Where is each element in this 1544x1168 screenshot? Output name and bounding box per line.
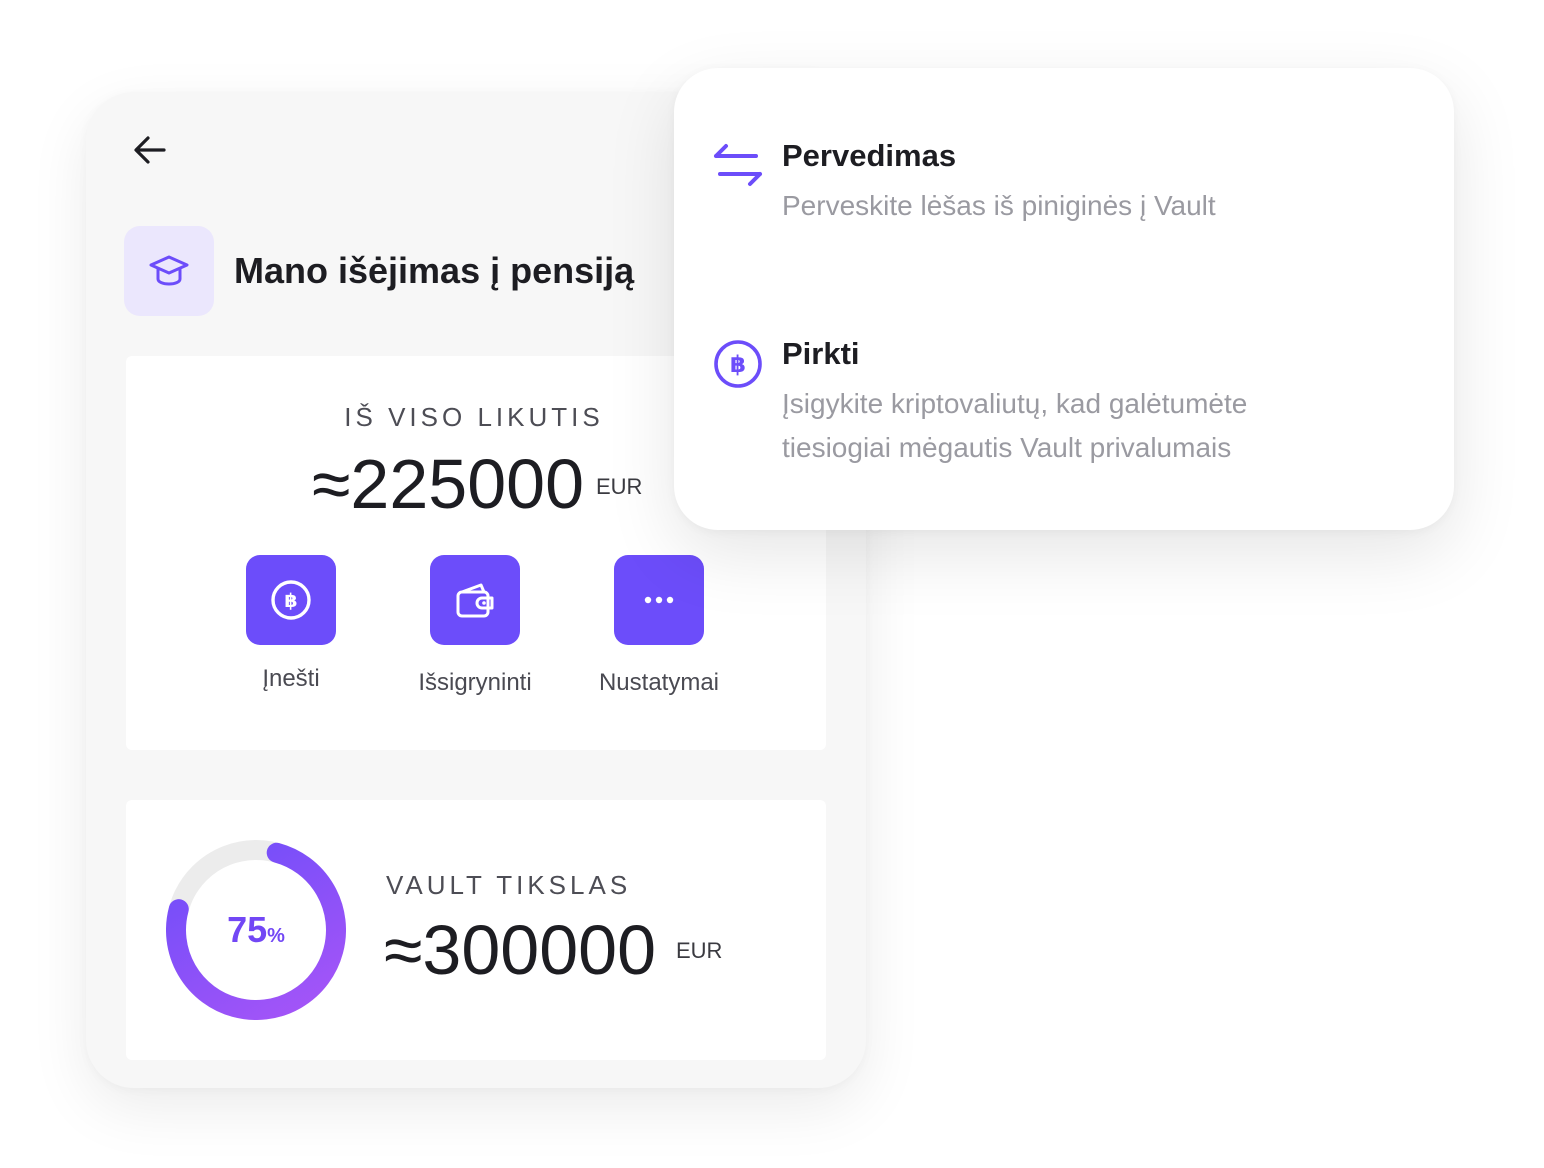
menu-item-buy[interactable]: ฿ Pirkti Įsigykite kriptovaliutų, kad ga… [712, 336, 1392, 488]
wallet-icon [456, 583, 494, 618]
graduation-cap-icon [149, 255, 189, 286]
arrow-left-icon [134, 136, 166, 164]
vault-goal-amount: ≈300000 [384, 911, 657, 989]
balance-amount: ≈225000 [312, 445, 585, 523]
balance-currency: EUR [596, 474, 643, 499]
withdraw-button[interactable] [430, 555, 520, 645]
action-menu-popup: Pervedimas Perveskite lėšas iš piniginės… [674, 68, 1454, 530]
action-withdraw[interactable]: Išsigryninti [385, 555, 565, 697]
bitcoin-icon: ฿ [271, 580, 311, 620]
menu-item-transfer-title: Pervedimas [782, 138, 957, 173]
transfer-arrows-icon [714, 144, 762, 186]
progress-suffix: % [267, 924, 285, 947]
menu-item-transfer-desc: Perveskite lėšas iš piniginės į Vault [782, 190, 1216, 221]
action-deposit[interactable]: ฿ Įnešti [201, 555, 381, 693]
settings-button[interactable] [614, 555, 704, 645]
vault-goal-currency: EUR [676, 938, 723, 963]
menu-item-buy-desc-line1: Įsigykite kriptovaliutų, kad galėtumėte [782, 388, 1248, 419]
svg-text:฿: ฿ [284, 590, 297, 612]
menu-item-buy-desc-line2: tiesiogiai mėgautis Vault privalumais [782, 432, 1232, 463]
svg-text:฿: ฿ [730, 352, 746, 378]
deposit-button[interactable]: ฿ [246, 555, 336, 645]
action-settings[interactable]: Nustatymai [569, 555, 749, 697]
goal-icon-box [124, 226, 214, 316]
withdraw-label: Išsigryninti [418, 669, 532, 696]
more-icon [644, 596, 674, 604]
menu-item-buy-title: Pirkti [782, 336, 860, 371]
progress-number: 75 [227, 909, 268, 950]
goal-title: Mano išėjimas į pensiją [234, 250, 635, 291]
back-button[interactable] [132, 132, 168, 168]
vault-goal-label: VAULT TIKSLAS [386, 870, 632, 900]
progress-percent: 75% [166, 840, 346, 1020]
settings-label: Nustatymai [598, 669, 720, 696]
deposit-label: Įnešti [262, 665, 320, 692]
vault-goal-card: 75% VAULT TIKSLAS ≈300000 EUR [126, 800, 826, 1060]
menu-item-transfer[interactable]: Pervedimas Perveskite lėšas iš piniginės… [712, 138, 1392, 240]
stage: Mano išėjimas į pensiją IŠ VISO LIKUTIS … [0, 0, 1544, 1168]
bitcoin-icon: ฿ [714, 340, 762, 388]
